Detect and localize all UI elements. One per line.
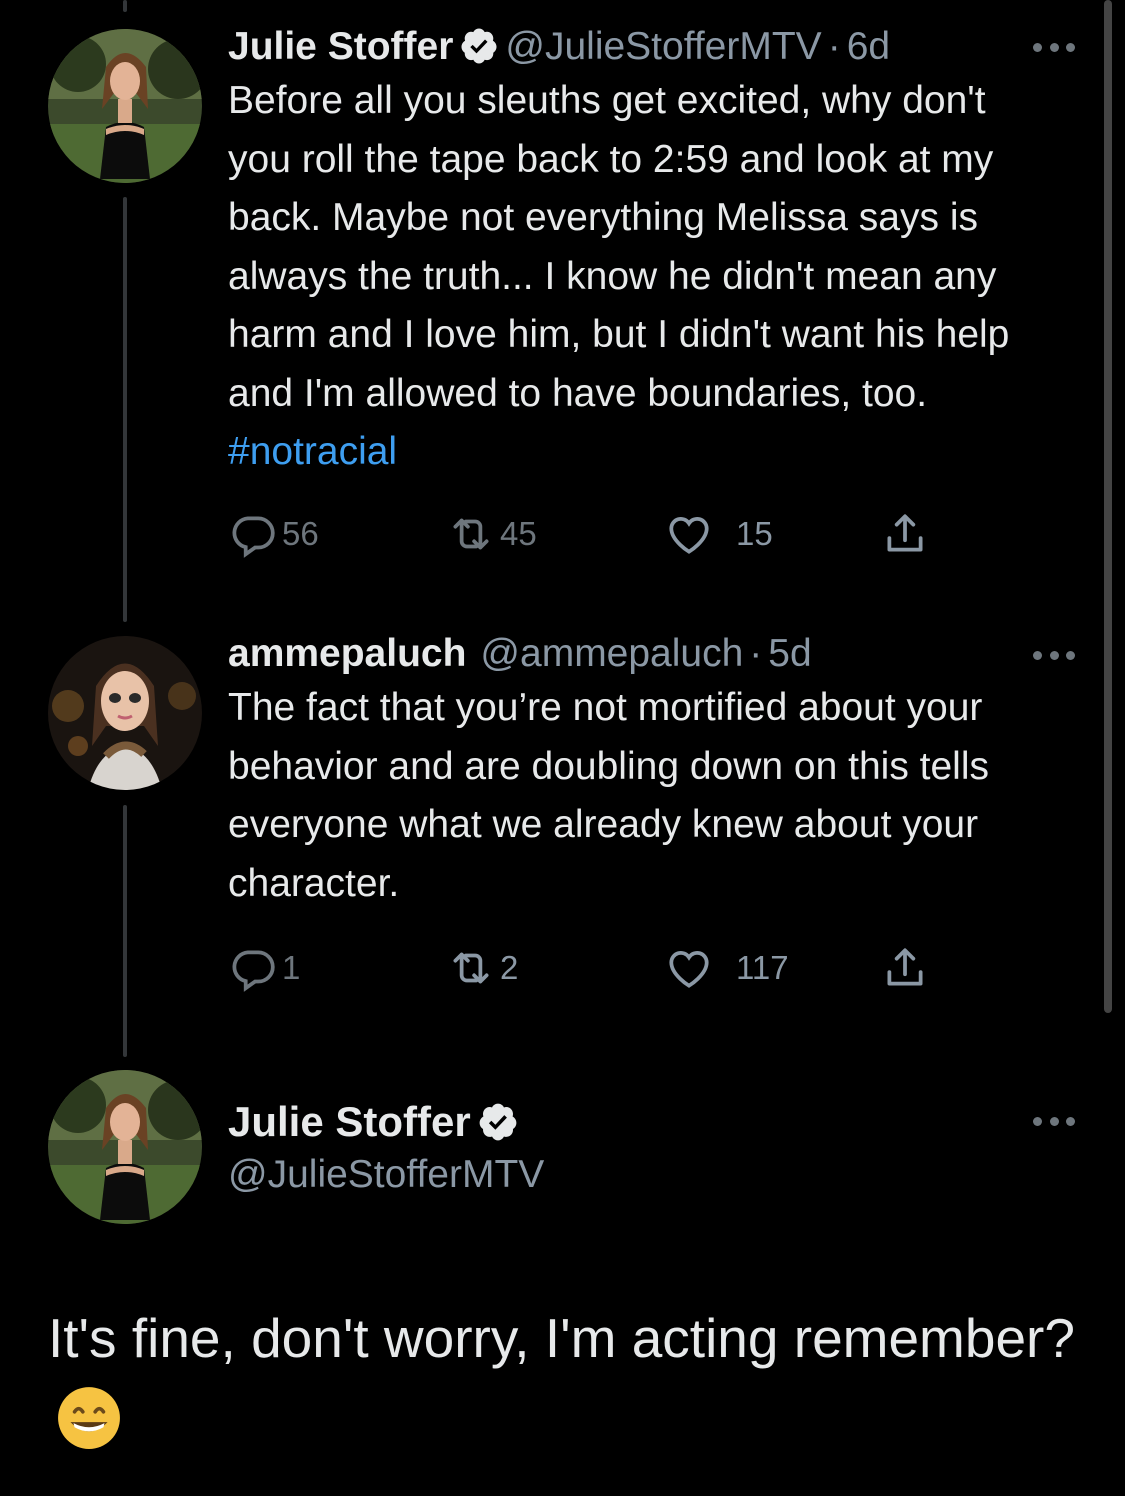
more-icon[interactable] (1033, 648, 1075, 662)
tweet-1[interactable]: Julie Stoffer @JulieStofferMTV · 6d Before … (228, 23, 1058, 482)
tweet-2-time[interactable]: 5d (768, 632, 811, 675)
focus-tweet-body: It's fine, don't worry, I'm acting remem… (48, 1307, 1075, 1369)
tweet-2-handle[interactable]: @ammepaluch (480, 632, 743, 675)
tweet-1-body: Before all you sleuths get excited, why … (228, 79, 1010, 415)
verified-badge-icon (477, 1101, 519, 1143)
thread-line-1 (123, 197, 127, 622)
tweet-2-text: The fact that you’re not mortified about… (228, 686, 990, 905)
tweet-2-header: ammepaluch @ammepaluch · 5d (228, 630, 1058, 678)
verified-badge-icon (459, 26, 499, 66)
hashtag-link[interactable]: #notracial (228, 430, 397, 473)
share-icon (887, 948, 923, 986)
retweet-count: 2 (500, 949, 519, 986)
tweet-1-actions: 56 45 15 (228, 509, 948, 559)
focus-name-text: Julie Stoffer (228, 1098, 471, 1145)
retweet-button[interactable]: 45 (446, 509, 537, 559)
more-icon[interactable] (1033, 40, 1075, 54)
thread-line-2 (123, 805, 127, 1057)
reply-button[interactable]: 1 (228, 943, 300, 993)
grinning-face-emoji-icon (56, 1385, 122, 1451)
tweet-2-display-name[interactable]: ammepaluch (228, 632, 466, 675)
focus-display-name[interactable]: Julie Stoffer (228, 1096, 525, 1148)
retweet-button[interactable]: 2 (446, 943, 518, 993)
reply-icon (232, 950, 275, 992)
reply-icon (232, 516, 275, 558)
like-button[interactable]: 117 (664, 943, 789, 993)
share-button[interactable] (880, 943, 954, 993)
avatar-julie[interactable] (48, 29, 202, 183)
separator: · (827, 25, 841, 68)
retweet-icon (453, 518, 489, 550)
focus-handle[interactable]: @JulieStofferMTV (228, 1151, 544, 1199)
reply-count: 1 (282, 949, 301, 986)
reply-count: 56 (282, 515, 319, 552)
focus-tweet-text: It's fine, don't worry, I'm acting remem… (48, 1296, 1088, 1464)
thread-line-top (123, 0, 127, 12)
reply-button[interactable]: 56 (228, 509, 319, 559)
tweet-1-handle[interactable]: @JulieStofferMTV (505, 25, 821, 68)
tweet-1-header: Julie Stoffer @JulieStofferMTV · 6d (228, 23, 1058, 71)
tweet-1-display-name[interactable]: Julie Stoffer (228, 25, 453, 68)
retweet-icon (453, 952, 489, 984)
avatar-ammepaluch[interactable] (48, 636, 202, 790)
tweet-1-text: Before all you sleuths get excited, why … (228, 72, 1058, 482)
like-count: 117 (736, 949, 789, 986)
tweet-1-time[interactable]: 6d (847, 25, 890, 68)
more-icon[interactable] (1033, 1114, 1075, 1128)
retweet-count: 45 (500, 515, 537, 552)
tweet-2[interactable]: ammepaluch @ammepaluch · 5d The fact that y… (228, 630, 1058, 913)
heart-icon (669, 517, 709, 554)
like-button[interactable]: 15 (664, 509, 773, 559)
share-button[interactable] (880, 509, 954, 559)
separator: · (749, 632, 763, 675)
avatar-julie[interactable] (48, 1070, 202, 1224)
tweet-2-actions: 1 2 117 (228, 943, 948, 993)
scrollbar[interactable] (1104, 0, 1112, 1013)
like-count: 15 (736, 515, 773, 552)
share-icon (887, 514, 923, 552)
heart-icon (669, 951, 709, 988)
